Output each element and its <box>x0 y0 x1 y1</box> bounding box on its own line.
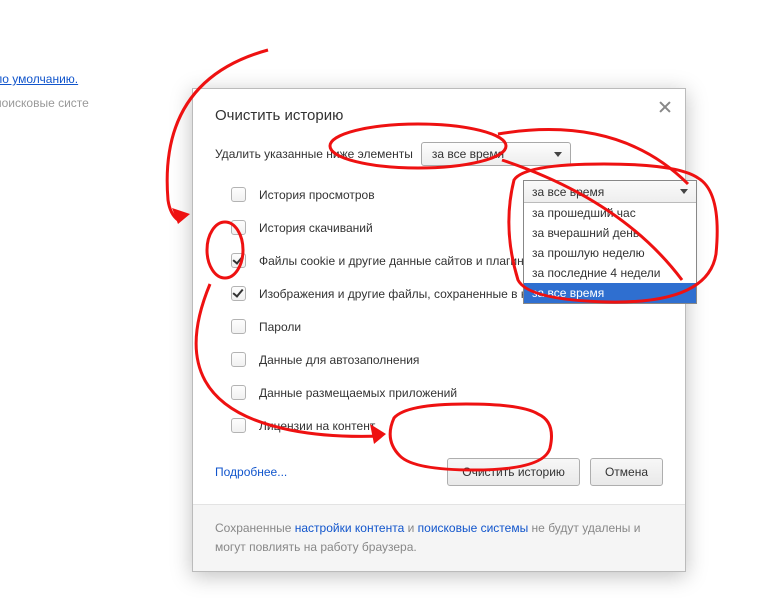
option-label: Данные для автозаполнения <box>259 353 419 367</box>
clear-history-dialog: Очистить историю Удалить указанные ниже … <box>192 88 686 572</box>
close-icon[interactable] <box>657 99 673 115</box>
option-checkbox[interactable] <box>231 187 246 202</box>
option-checkbox[interactable] <box>231 286 246 301</box>
time-range-option[interactable]: за прошлую неделю <box>524 243 696 263</box>
option-checkbox[interactable] <box>231 253 246 268</box>
clear-history-button[interactable]: Очистить историю <box>447 458 580 486</box>
settings-default-link[interactable]: стему по умолчанию. <box>0 72 78 86</box>
option-checkbox[interactable] <box>231 352 246 367</box>
option-row[interactable]: Пароли <box>227 310 663 343</box>
option-row[interactable]: Данные для автозаполнения <box>227 343 663 376</box>
time-range-popup: за все время за прошедший часза вчерашни… <box>523 180 697 304</box>
option-label: История скачиваний <box>259 221 373 235</box>
dialog-title: Очистить историю <box>215 107 663 124</box>
option-label: История просмотров <box>259 188 375 202</box>
time-range-select[interactable]: за все время <box>421 142 571 166</box>
time-range-option[interactable]: за прошедший час <box>524 203 696 223</box>
option-label: Файлы cookie и другие данные сайтов и пл… <box>259 254 537 268</box>
option-label: Пароли <box>259 320 301 334</box>
search-engines-link[interactable]: поисковые системы <box>418 521 529 535</box>
cancel-button[interactable]: Отмена <box>590 458 663 486</box>
learn-more-link[interactable]: Подробнее... <box>215 465 287 479</box>
time-range-option[interactable]: за вчерашний день <box>524 223 696 243</box>
time-range-option[interactable]: за последние 4 недели <box>524 263 696 283</box>
delete-range-label: Удалить указанные ниже элементы <box>215 147 413 161</box>
option-checkbox[interactable] <box>231 418 246 433</box>
dialog-footer-note: Сохраненные настройки контента и поисков… <box>193 504 685 571</box>
time-range-popup-selected[interactable]: за все время <box>524 181 696 203</box>
option-row[interactable]: Данные размещаемых приложений <box>227 376 663 409</box>
settings-search-text: роить поисковые систе <box>0 96 89 110</box>
option-checkbox[interactable] <box>231 319 246 334</box>
option-label: Изображения и другие файлы, сохраненные … <box>259 287 549 301</box>
settings-default-text: стему по умолчанию. <box>0 72 78 86</box>
option-row[interactable]: Лицензии на контент <box>227 409 663 442</box>
option-checkbox[interactable] <box>231 220 246 235</box>
time-range-option[interactable]: за все время <box>524 283 696 303</box>
option-checkbox[interactable] <box>231 385 246 400</box>
content-settings-link[interactable]: настройки контента <box>295 521 405 535</box>
option-label: Данные размещаемых приложений <box>259 386 457 400</box>
option-label: Лицензии на контент <box>259 419 375 433</box>
time-range-value: за все время <box>432 147 504 161</box>
